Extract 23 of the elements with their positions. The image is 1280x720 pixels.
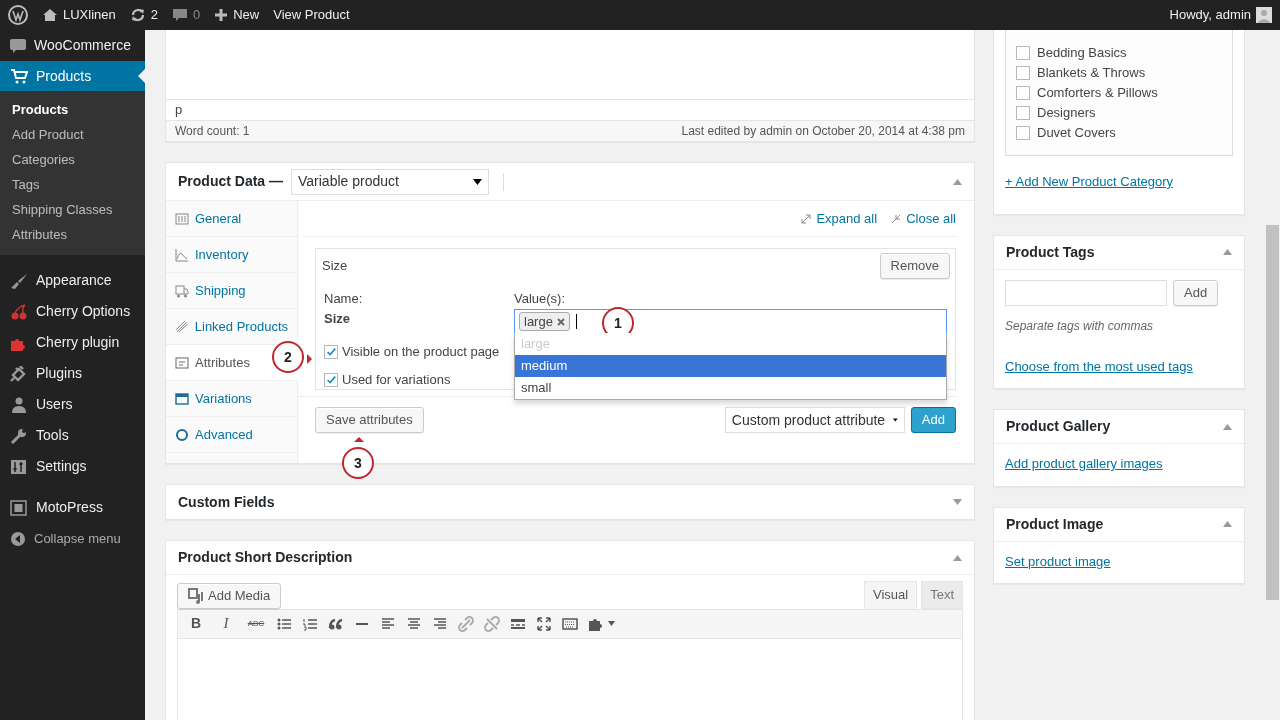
editor-path: p [174,101,184,119]
hint-text: Separate tags with commas [1005,317,1155,335]
checkbox-label: Visible on the product page [342,343,500,362]
category-label: Bedding Basics [1037,44,1127,63]
last-edited-text: Last edited by admin on October 20, 2014 at 4:38 pm [681,123,965,140]
attribute-name-value: Size [324,309,351,328]
category-label: Blankets & Throws [1037,64,1146,83]
field-label: Name: [324,290,364,308]
panel-title: Product Gallery [1006,417,1111,436]
panel-title: Product Short Description [178,548,353,567]
panel-title: Custom Fields [178,492,275,512]
panel-title: Product Image [1006,514,1104,534]
step-number-tooltip: 3 [342,447,374,479]
category-label: Comforters & Pillows [1037,84,1158,103]
word-count: Word count: 1 [175,123,250,140]
panel-title: Product Tags [1006,242,1095,262]
attribute-name-heading: Size [322,257,348,276]
checkbox-label: Used for variations [342,371,451,390]
category-label: Designers [1037,104,1096,123]
step-number-tooltip: 2 [272,341,304,373]
panel-title: Product Data — [178,172,283,191]
field-label: Value(s): [514,290,567,308]
category-label: Duvet Covers [1037,124,1116,143]
